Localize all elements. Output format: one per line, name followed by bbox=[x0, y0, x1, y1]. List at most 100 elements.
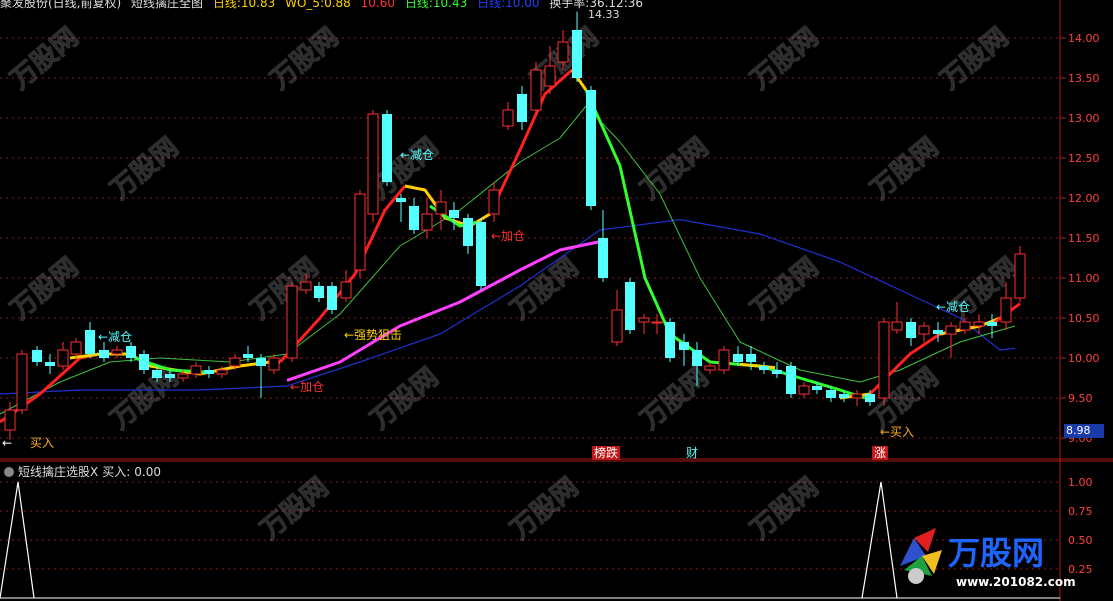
axis-tick-label: 12.50 bbox=[1068, 152, 1100, 165]
annotation-reduce-2: ←减仓 bbox=[400, 148, 435, 162]
axis-tick-label: 10.50 bbox=[1068, 312, 1100, 325]
candle-body bbox=[826, 390, 836, 398]
watermark-text: 万股网 bbox=[5, 252, 84, 325]
candle-body bbox=[229, 357, 241, 367]
watermark: 万股网 bbox=[745, 22, 825, 96]
candle-body bbox=[598, 238, 608, 278]
current-price-box: 8.98 bbox=[1064, 424, 1104, 438]
axis-tick-label: 9.50 bbox=[1068, 392, 1093, 405]
candlesticks[interactable] bbox=[4, 11, 1026, 440]
indicator-value-label: 买入: bbox=[102, 465, 131, 479]
candle-body bbox=[177, 373, 189, 379]
candle bbox=[99, 342, 109, 362]
candle-body bbox=[1014, 253, 1026, 299]
candle bbox=[704, 362, 716, 374]
annotation-low: ← bbox=[2, 436, 13, 450]
axis-tick-label: 11.00 bbox=[1068, 272, 1100, 285]
candle bbox=[530, 62, 542, 114]
candle-body bbox=[85, 330, 95, 354]
candle bbox=[4, 402, 16, 440]
watermark-text: 万股网 bbox=[945, 252, 1024, 325]
watermark-text: 万股网 bbox=[865, 132, 944, 205]
candle-body bbox=[204, 370, 214, 374]
candle bbox=[16, 350, 28, 414]
candle-body bbox=[704, 365, 716, 371]
watermark: 万股网 bbox=[865, 132, 945, 206]
candle bbox=[798, 382, 810, 398]
candle bbox=[488, 182, 500, 222]
candle-body bbox=[772, 370, 782, 374]
candle-body bbox=[70, 341, 82, 355]
annotation-reduce-1: ←减仓 bbox=[98, 330, 133, 344]
candle-body bbox=[891, 321, 903, 331]
axis-tick-label: 13.00 bbox=[1068, 112, 1100, 125]
event-tag-zhang[interactable]: 涨 bbox=[872, 446, 889, 460]
candle-body bbox=[409, 206, 419, 230]
axis-tick-label: 13.50 bbox=[1068, 72, 1100, 85]
candle-body bbox=[665, 322, 675, 358]
candle-body bbox=[918, 325, 930, 335]
candle bbox=[945, 322, 957, 358]
axis-tick-label: 14.00 bbox=[1068, 32, 1100, 45]
candle bbox=[679, 334, 689, 366]
candle bbox=[204, 366, 214, 378]
candle-body bbox=[746, 354, 756, 362]
candle-body bbox=[367, 113, 379, 215]
candle bbox=[70, 338, 82, 358]
indicator-axis-label: 0.75 bbox=[1068, 505, 1093, 518]
candle-body bbox=[396, 198, 406, 202]
candle-body bbox=[327, 286, 337, 310]
candle-body bbox=[463, 218, 473, 246]
watermark: 万股网 bbox=[365, 362, 445, 436]
indicator-header: 短线擒庄选股X 买入: 0.00 bbox=[4, 463, 165, 480]
candle-body bbox=[502, 109, 514, 127]
stock-chart-window: 聚发股份(日线,前复权) 短线擒庄全图 日线:10.83 WO_5:0.88 1… bbox=[0, 0, 1113, 601]
event-tag-cai[interactable]: 财 bbox=[684, 446, 700, 460]
candle-body bbox=[435, 201, 447, 215]
candle bbox=[463, 214, 473, 254]
candle-body bbox=[165, 374, 175, 378]
settings-icon[interactable] bbox=[4, 467, 14, 477]
candle bbox=[57, 342, 69, 370]
candle-body bbox=[139, 354, 149, 370]
candle-body bbox=[530, 69, 542, 111]
candle bbox=[718, 346, 730, 374]
event-tag-bangdie[interactable]: 榜跌 bbox=[592, 446, 621, 460]
candle-body bbox=[16, 353, 28, 411]
watermark: 万股网 bbox=[105, 362, 185, 436]
candle bbox=[625, 278, 635, 334]
candle bbox=[611, 290, 623, 346]
watermark: 万股网 bbox=[745, 252, 825, 326]
annotation-add-2: ←加仓 bbox=[491, 229, 526, 243]
candle bbox=[32, 346, 42, 366]
watermark-text: 万股网 bbox=[255, 472, 334, 545]
watermark-text: 万股网 bbox=[5, 22, 84, 95]
watermark: 万股网 bbox=[105, 132, 185, 206]
watermark: 万股网 bbox=[505, 252, 585, 326]
candle-body bbox=[1000, 297, 1012, 323]
candle-body bbox=[449, 210, 459, 218]
candle-body bbox=[382, 114, 392, 182]
candle bbox=[396, 194, 406, 222]
indicator-title[interactable]: 短线擒庄选股X bbox=[18, 465, 98, 479]
candle-body bbox=[476, 222, 486, 286]
watermark: 万股网 bbox=[5, 252, 85, 326]
candle-body bbox=[786, 366, 796, 394]
watermark-text: 万股网 bbox=[265, 22, 344, 95]
watermark: 万股网 bbox=[5, 22, 85, 96]
candle bbox=[586, 86, 596, 210]
candle-body bbox=[625, 282, 635, 330]
watermark: 万股网 bbox=[255, 472, 335, 546]
candle-body bbox=[906, 322, 916, 338]
annotation-buy: 买入 bbox=[30, 436, 55, 450]
watermark: 万股网 bbox=[945, 252, 1025, 326]
watermark-text: 万股网 bbox=[245, 252, 324, 325]
indicator-spike bbox=[0, 481, 35, 599]
candle bbox=[45, 354, 55, 374]
candle-body bbox=[878, 321, 890, 399]
axis-tick-label: 11.50 bbox=[1068, 232, 1100, 245]
candle bbox=[987, 314, 997, 338]
candle-body bbox=[638, 317, 650, 323]
candle bbox=[190, 362, 202, 378]
candle-body bbox=[340, 281, 352, 299]
